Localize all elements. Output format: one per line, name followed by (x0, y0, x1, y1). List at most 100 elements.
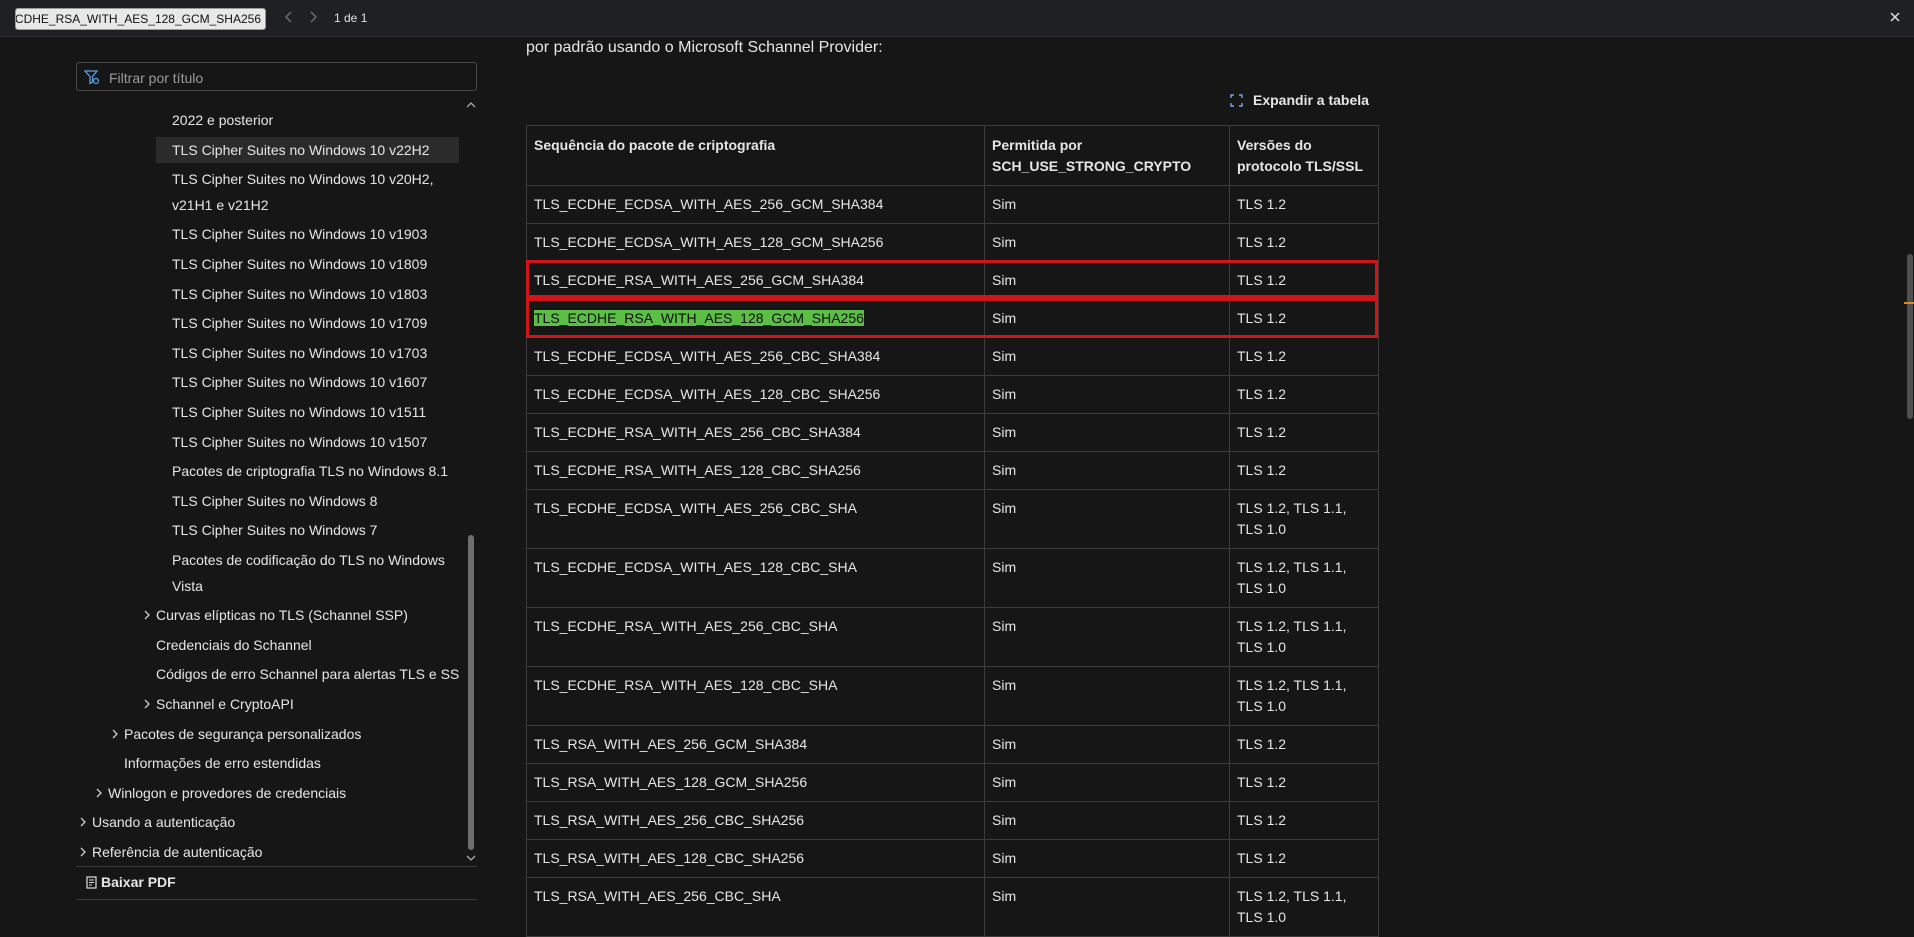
table-row: TLS_RSA_WITH_AES_256_CBC_SHA Sim TLS 1.2, … (526, 877, 1379, 937)
cipher-suite-cell: TLS_ECDHE_ECDSA_WITH_AES_256_GCM_SHA384 (526, 185, 985, 224)
protocol-cell: TLS 1.2 (1229, 451, 1379, 490)
sidebar-scrollbar-thumb[interactable] (468, 535, 474, 850)
strong-crypto-cell: Sim (984, 489, 1230, 549)
table-row: TLS_ECDHE_ECDSA_WITH_AES_128_GCM_SHA256 S… (526, 223, 1379, 262)
chevron-left-icon (284, 11, 292, 23)
find-close-button[interactable] (1890, 9, 1900, 25)
strong-crypto-cell: Sim (984, 185, 1230, 224)
cipher-suite-cell: TLS_ECDHE_ECDSA_WITH_AES_128_GCM_SHA256 (526, 223, 985, 262)
protocol-cell: TLS 1.2, TLS 1.1, TLS 1.0 (1229, 877, 1379, 937)
sidebar-item[interactable]: 2022 e posterior (172, 107, 273, 133)
find-query-text: S_ECDHE_RSA_WITH_AES_128_GCM_SHA256 (15, 12, 261, 26)
find-next-button[interactable] (303, 9, 323, 29)
sidebar-item[interactable]: TLS Cipher Suites no Windows 10 v1703 (172, 340, 427, 366)
annotation-box (526, 260, 1378, 298)
sidebar-item[interactable]: TLS Cipher Suites no Windows 10 v1809 (172, 251, 427, 277)
sidebar-item[interactable]: TLS Cipher Suites no Windows 10 v1709 (172, 310, 427, 336)
cipher-suite-cell: TLS_ECDHE_RSA_WITH_AES_256_CBC_SHA384 (526, 413, 985, 452)
chevron-right-icon[interactable] (95, 786, 103, 801)
sidebar-item[interactable]: Usando a autenticação (92, 809, 235, 835)
pdf-icon (86, 876, 97, 889)
table-row: TLS_RSA_WITH_AES_256_CBC_SHA256 Sim TLS 1.… (526, 801, 1379, 840)
chevron-right-icon (310, 11, 318, 23)
sidebar-item[interactable]: TLS Cipher Suites no Windows 10 v20H2, (172, 166, 433, 192)
find-result-marker (1904, 302, 1914, 304)
strong-crypto-cell: Sim (984, 666, 1230, 726)
strong-crypto-cell: Sim (984, 413, 1230, 452)
cipher-suite-cell: TLS_ECDHE_RSA_WITH_AES_128_CBC_SHA (526, 666, 985, 726)
table-row: TLS_ECDHE_ECDSA_WITH_AES_128_CBC_SHA256 S… (526, 375, 1379, 414)
find-input[interactable]: S_ECDHE_RSA_WITH_AES_128_GCM_SHA256 (15, 8, 266, 30)
protocol-cell: TLS 1.2 (1229, 763, 1379, 802)
find-previous-button[interactable] (279, 9, 299, 29)
sidebar-item[interactable]: v21H1 e v21H2 (172, 192, 269, 218)
chevron-right-icon[interactable] (79, 845, 87, 860)
sidebar-item[interactable]: Vista (172, 573, 203, 599)
chevron-up-icon (466, 102, 476, 108)
chevron-right-icon[interactable] (143, 608, 151, 623)
expand-table-button[interactable]: Expandir a tabela (1230, 92, 1369, 108)
sidebar-item[interactable]: TLS Cipher Suites no Windows 8 (172, 488, 377, 514)
protocol-cell: TLS 1.2 (1229, 839, 1379, 878)
cipher-suite-cell: TLS_RSA_WITH_AES_128_CBC_SHA256 (526, 839, 985, 878)
filter-icon (84, 70, 100, 85)
protocol-cell: TLS 1.2, TLS 1.1, TLS 1.0 (1229, 666, 1379, 726)
sidebar-item[interactable]: Pacotes de segurança personalizados (124, 721, 361, 747)
table-row: TLS_ECDHE_ECDSA_WITH_AES_256_CBC_SHA384 S… (526, 337, 1379, 376)
sidebar-item[interactable]: Códigos de erro Schannel para alertas TL… (156, 661, 459, 687)
column-header: Versões do protocolo TLS/SSL (1229, 125, 1379, 186)
chevron-down-icon (466, 855, 476, 861)
sidebar-item[interactable]: Pacotes de codificação do TLS no Windows (172, 547, 445, 573)
strong-crypto-cell: Sim (984, 337, 1230, 376)
table-row: TLS_RSA_WITH_AES_128_CBC_SHA256 Sim TLS 1.… (526, 839, 1379, 878)
cipher-suite-cell: TLS_RSA_WITH_AES_128_GCM_SHA256 (526, 763, 985, 802)
protocol-cell: TLS 1.2, TLS 1.1, TLS 1.0 (1229, 548, 1379, 608)
sidebar-item[interactable]: TLS Cipher Suites no Windows 10 v1507 (172, 429, 427, 455)
strong-crypto-cell: Sim (984, 607, 1230, 667)
strong-crypto-cell: Sim (984, 223, 1230, 262)
cipher-suite-cell: TLS_ECDHE_ECDSA_WITH_AES_128_CBC_SHA256 (526, 375, 985, 414)
sidebar-item-selected[interactable]: TLS Cipher Suites no Windows 10 v22H2 (156, 137, 459, 163)
sidebar-item[interactable]: TLS Cipher Suites no Windows 10 v1803 (172, 281, 427, 307)
chevron-right-icon[interactable] (143, 697, 151, 712)
protocol-cell: TLS 1.2 (1229, 375, 1379, 414)
annotation-box (526, 298, 1378, 338)
page-scrollbar-thumb[interactable] (1907, 254, 1913, 419)
table-header-row: Sequência do pacote de criptografia Perm… (526, 125, 1379, 186)
strong-crypto-cell: Sim (984, 763, 1230, 802)
table-row: TLS_ECDHE_RSA_WITH_AES_256_CBC_SHA Sim TLS… (526, 607, 1379, 667)
protocol-cell: TLS 1.2 (1229, 185, 1379, 224)
sidebar-item[interactable]: TLS Cipher Suites no Windows 10 v1511 (172, 399, 426, 425)
strong-crypto-cell: Sim (984, 451, 1230, 490)
sidebar-scroll-down[interactable] (466, 854, 476, 864)
sidebar-item[interactable]: TLS Cipher Suites no Windows 10 v1903 (172, 221, 427, 247)
filter-input[interactable] (107, 66, 471, 90)
sidebar-item[interactable]: TLS Cipher Suites no Windows 7 (172, 517, 377, 543)
sidebar-item[interactable]: Curvas elípticas no TLS (Schannel SSP) (156, 602, 408, 628)
sidebar-item[interactable]: Pacotes de criptografia TLS no Windows 8… (172, 458, 448, 484)
cipher-suite-cell: TLS_ECDHE_RSA_WITH_AES_256_CBC_SHA (526, 607, 985, 667)
sidebar-item[interactable]: Referência de autenticação (92, 839, 262, 865)
protocol-cell: TLS 1.2 (1229, 413, 1379, 452)
chevron-right-icon[interactable] (79, 815, 87, 830)
download-pdf-link[interactable]: Baixar PDF (86, 874, 176, 890)
intro-text: por padrão usando o Microsoft Schannel P… (526, 39, 883, 56)
strong-crypto-cell: Sim (984, 877, 1230, 937)
sidebar-item[interactable]: TLS Cipher Suites no Windows 10 v1607 (172, 369, 427, 395)
expand-icon (1230, 94, 1243, 107)
sidebar-item[interactable]: Informações de erro estendidas (124, 750, 321, 776)
strong-crypto-cell: Sim (984, 801, 1230, 840)
download-pdf-label: Baixar PDF (101, 874, 176, 890)
cipher-suite-cell: TLS_RSA_WITH_AES_256_GCM_SHA384 (526, 725, 985, 764)
sidebar-divider (76, 899, 477, 900)
table-row: TLS_ECDHE_ECDSA_WITH_AES_128_CBC_SHA Sim T… (526, 548, 1379, 608)
sidebar-item[interactable]: Winlogon e provedores de credenciais (108, 780, 346, 806)
protocol-cell: TLS 1.2 (1229, 725, 1379, 764)
cipher-suite-cell: TLS_ECDHE_ECDSA_WITH_AES_128_CBC_SHA (526, 548, 985, 608)
sidebar-item[interactable]: Schannel e CryptoAPI (156, 691, 294, 717)
cipher-suite-cell: TLS_ECDHE_RSA_WITH_AES_128_CBC_SHA256 (526, 451, 985, 490)
sidebar-item[interactable]: Credenciais do Schannel (156, 632, 312, 658)
cipher-suite-cell: TLS_ECDHE_ECDSA_WITH_AES_256_CBC_SHA384 (526, 337, 985, 376)
sidebar-scroll-up[interactable] (466, 101, 476, 111)
chevron-right-icon[interactable] (111, 727, 119, 742)
